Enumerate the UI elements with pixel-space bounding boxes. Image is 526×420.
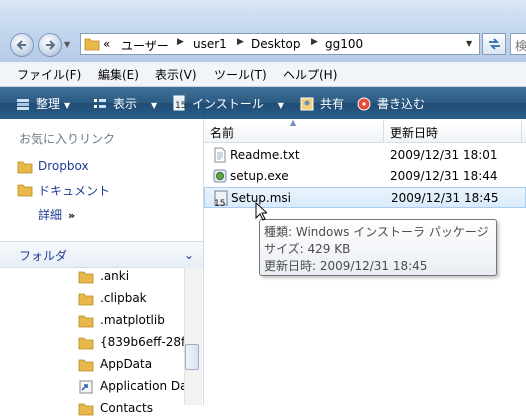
column-divider[interactable] — [521, 120, 522, 142]
file-name: Readme.txt — [230, 148, 300, 162]
folder-icon — [78, 337, 94, 350]
menu-help[interactable]: ヘルプ(H) — [283, 66, 337, 83]
refresh-icon — [489, 38, 500, 50]
command-bar: 整理 ▼ 表示 ▼ 15 インストール ▼ 共有 書き込む — [0, 87, 526, 119]
chevron-down-icon: ▼ — [151, 101, 158, 110]
svg-text:15: 15 — [175, 101, 186, 111]
crumb-separator-icon[interactable]: ▶ — [177, 37, 184, 47]
address-bar[interactable]: « ユーザー ▶ user1 ▶ Desktop ▶ gg100 ▼ — [80, 33, 480, 55]
organize-icon — [17, 99, 29, 110]
crumb-users[interactable]: ユーザー — [121, 37, 169, 54]
svg-text:15: 15 — [214, 199, 225, 207]
chevron-down-icon: ▼ — [277, 101, 284, 110]
install-label: インストール — [192, 97, 264, 111]
folder-icon — [78, 359, 94, 372]
text-file-icon — [214, 147, 226, 163]
menu-file[interactable]: ファイル(F) — [17, 66, 81, 83]
share-label: 共有 — [320, 97, 345, 111]
tree-item-label: {839b6eff-28f: — [100, 335, 189, 349]
file-row[interactable]: Readme.txt 2009/12/31 18:01 — [204, 145, 526, 166]
sort-ascending-icon: ▲ — [290, 118, 297, 127]
tree-item-label: Application Da — [100, 379, 188, 393]
folder-icon — [78, 315, 94, 328]
organize-label: 整理 — [36, 97, 61, 111]
forward-arrow-icon — [46, 40, 56, 50]
folder-icon — [78, 293, 94, 306]
column-name[interactable]: 名前 — [210, 124, 234, 141]
search-placeholder: 検 — [515, 39, 526, 53]
views-button[interactable]: 表示 ▼ — [93, 95, 157, 112]
file-row-selected[interactable]: 15 Setup.msi 2009/12/31 18:45 — [204, 187, 526, 208]
menu-view[interactable]: 表示(V) — [155, 66, 197, 83]
favorites-more-label: 詳細 — [38, 208, 63, 222]
tree-item-label: .anki — [100, 269, 130, 283]
folders-header[interactable]: フォルダ ⌄ — [0, 241, 203, 268]
column-date[interactable]: 更新日時 — [390, 124, 438, 141]
tooltip-type: 種類: Windows インストーラ パッケージ — [264, 225, 489, 239]
search-input[interactable]: 検 — [510, 33, 526, 55]
menu-bar: ファイル(F) 編集(E) 表示(V) ツール(T) ヘルプ(H) — [0, 62, 526, 87]
crumb-desktop[interactable]: Desktop — [251, 37, 301, 51]
shortcut-folder-icon — [79, 380, 93, 394]
chevron-down-icon: ▼ — [64, 101, 71, 110]
recent-pages-dropdown[interactable]: ▼ — [64, 40, 70, 49]
tree-scrollbar[interactable] — [184, 267, 202, 405]
tree-item-label: .matplotlib — [100, 313, 165, 327]
tree-item-label: AppData — [100, 357, 153, 371]
folder-icon — [17, 161, 33, 174]
file-date: 2009/12/31 18:45 — [391, 191, 499, 205]
back-button[interactable] — [10, 33, 34, 57]
address-overflow[interactable]: « — [103, 37, 110, 51]
back-arrow-icon — [16, 40, 26, 50]
burn-disc-icon — [357, 97, 371, 111]
views-icon — [94, 99, 106, 108]
tooltip-size: サイズ: 429 KB — [264, 242, 351, 256]
file-row[interactable]: setup.exe 2009/12/31 18:44 — [204, 166, 526, 187]
address-dropdown[interactable]: ▼ — [466, 39, 472, 48]
folder-icon — [17, 184, 33, 197]
menu-edit[interactable]: 編集(E) — [98, 66, 139, 83]
menu-tools[interactable]: ツール(T) — [214, 66, 267, 83]
crumb-separator-icon[interactable]: ▶ — [311, 37, 318, 47]
refresh-button[interactable] — [482, 33, 506, 55]
column-divider[interactable] — [383, 120, 384, 142]
file-date: 2009/12/31 18:01 — [390, 148, 498, 162]
burn-button[interactable]: 書き込む — [357, 95, 425, 112]
crumb-user1[interactable]: user1 — [193, 37, 227, 51]
burn-label: 書き込む — [377, 97, 426, 111]
setup-exe-icon — [213, 169, 227, 183]
tree-scrollbar-thumb[interactable] — [185, 344, 199, 370]
share-icon — [300, 97, 314, 111]
favorites-title: お気に入りリンク — [19, 132, 116, 146]
tooltip-modified: 更新日時: 2009/12/31 18:45 — [264, 259, 428, 273]
forward-button[interactable] — [38, 33, 62, 57]
folder-icon — [78, 271, 94, 284]
double-chevron-icon: » — [68, 209, 76, 222]
file-list-header: 名前 ▲ 更新日時 — [204, 118, 526, 143]
file-info-tooltip: 種類: Windows インストーラ パッケージ サイズ: 429 KB 更新日… — [259, 219, 497, 276]
tree-item-label: .clipbak — [100, 291, 147, 305]
chevron-down-icon: ⌄ — [184, 248, 195, 262]
tree-item-label: Contacts — [100, 401, 153, 415]
favorite-label: ドキュメント — [38, 184, 111, 198]
favorites-more-link[interactable]: 詳細 » — [38, 206, 75, 223]
folder-icon — [84, 38, 100, 51]
organize-button[interactable]: 整理 ▼ — [16, 95, 70, 112]
crumb-separator-icon[interactable]: ▶ — [237, 37, 244, 47]
file-name: setup.exe — [230, 169, 289, 183]
file-date: 2009/12/31 18:44 — [390, 169, 498, 183]
installer-package-icon: 15 — [214, 190, 228, 207]
favorite-label: Dropbox — [38, 159, 89, 173]
views-label: 表示 — [113, 97, 138, 111]
folders-title: フォルダ — [19, 249, 68, 263]
folder-icon — [78, 403, 94, 416]
share-button[interactable]: 共有 — [300, 95, 344, 112]
mouse-pointer-icon — [255, 202, 267, 221]
installer-icon: 15 — [173, 95, 186, 111]
crumb-gg100[interactable]: gg100 — [325, 37, 363, 51]
install-button[interactable]: 15 インストール ▼ — [172, 95, 284, 112]
